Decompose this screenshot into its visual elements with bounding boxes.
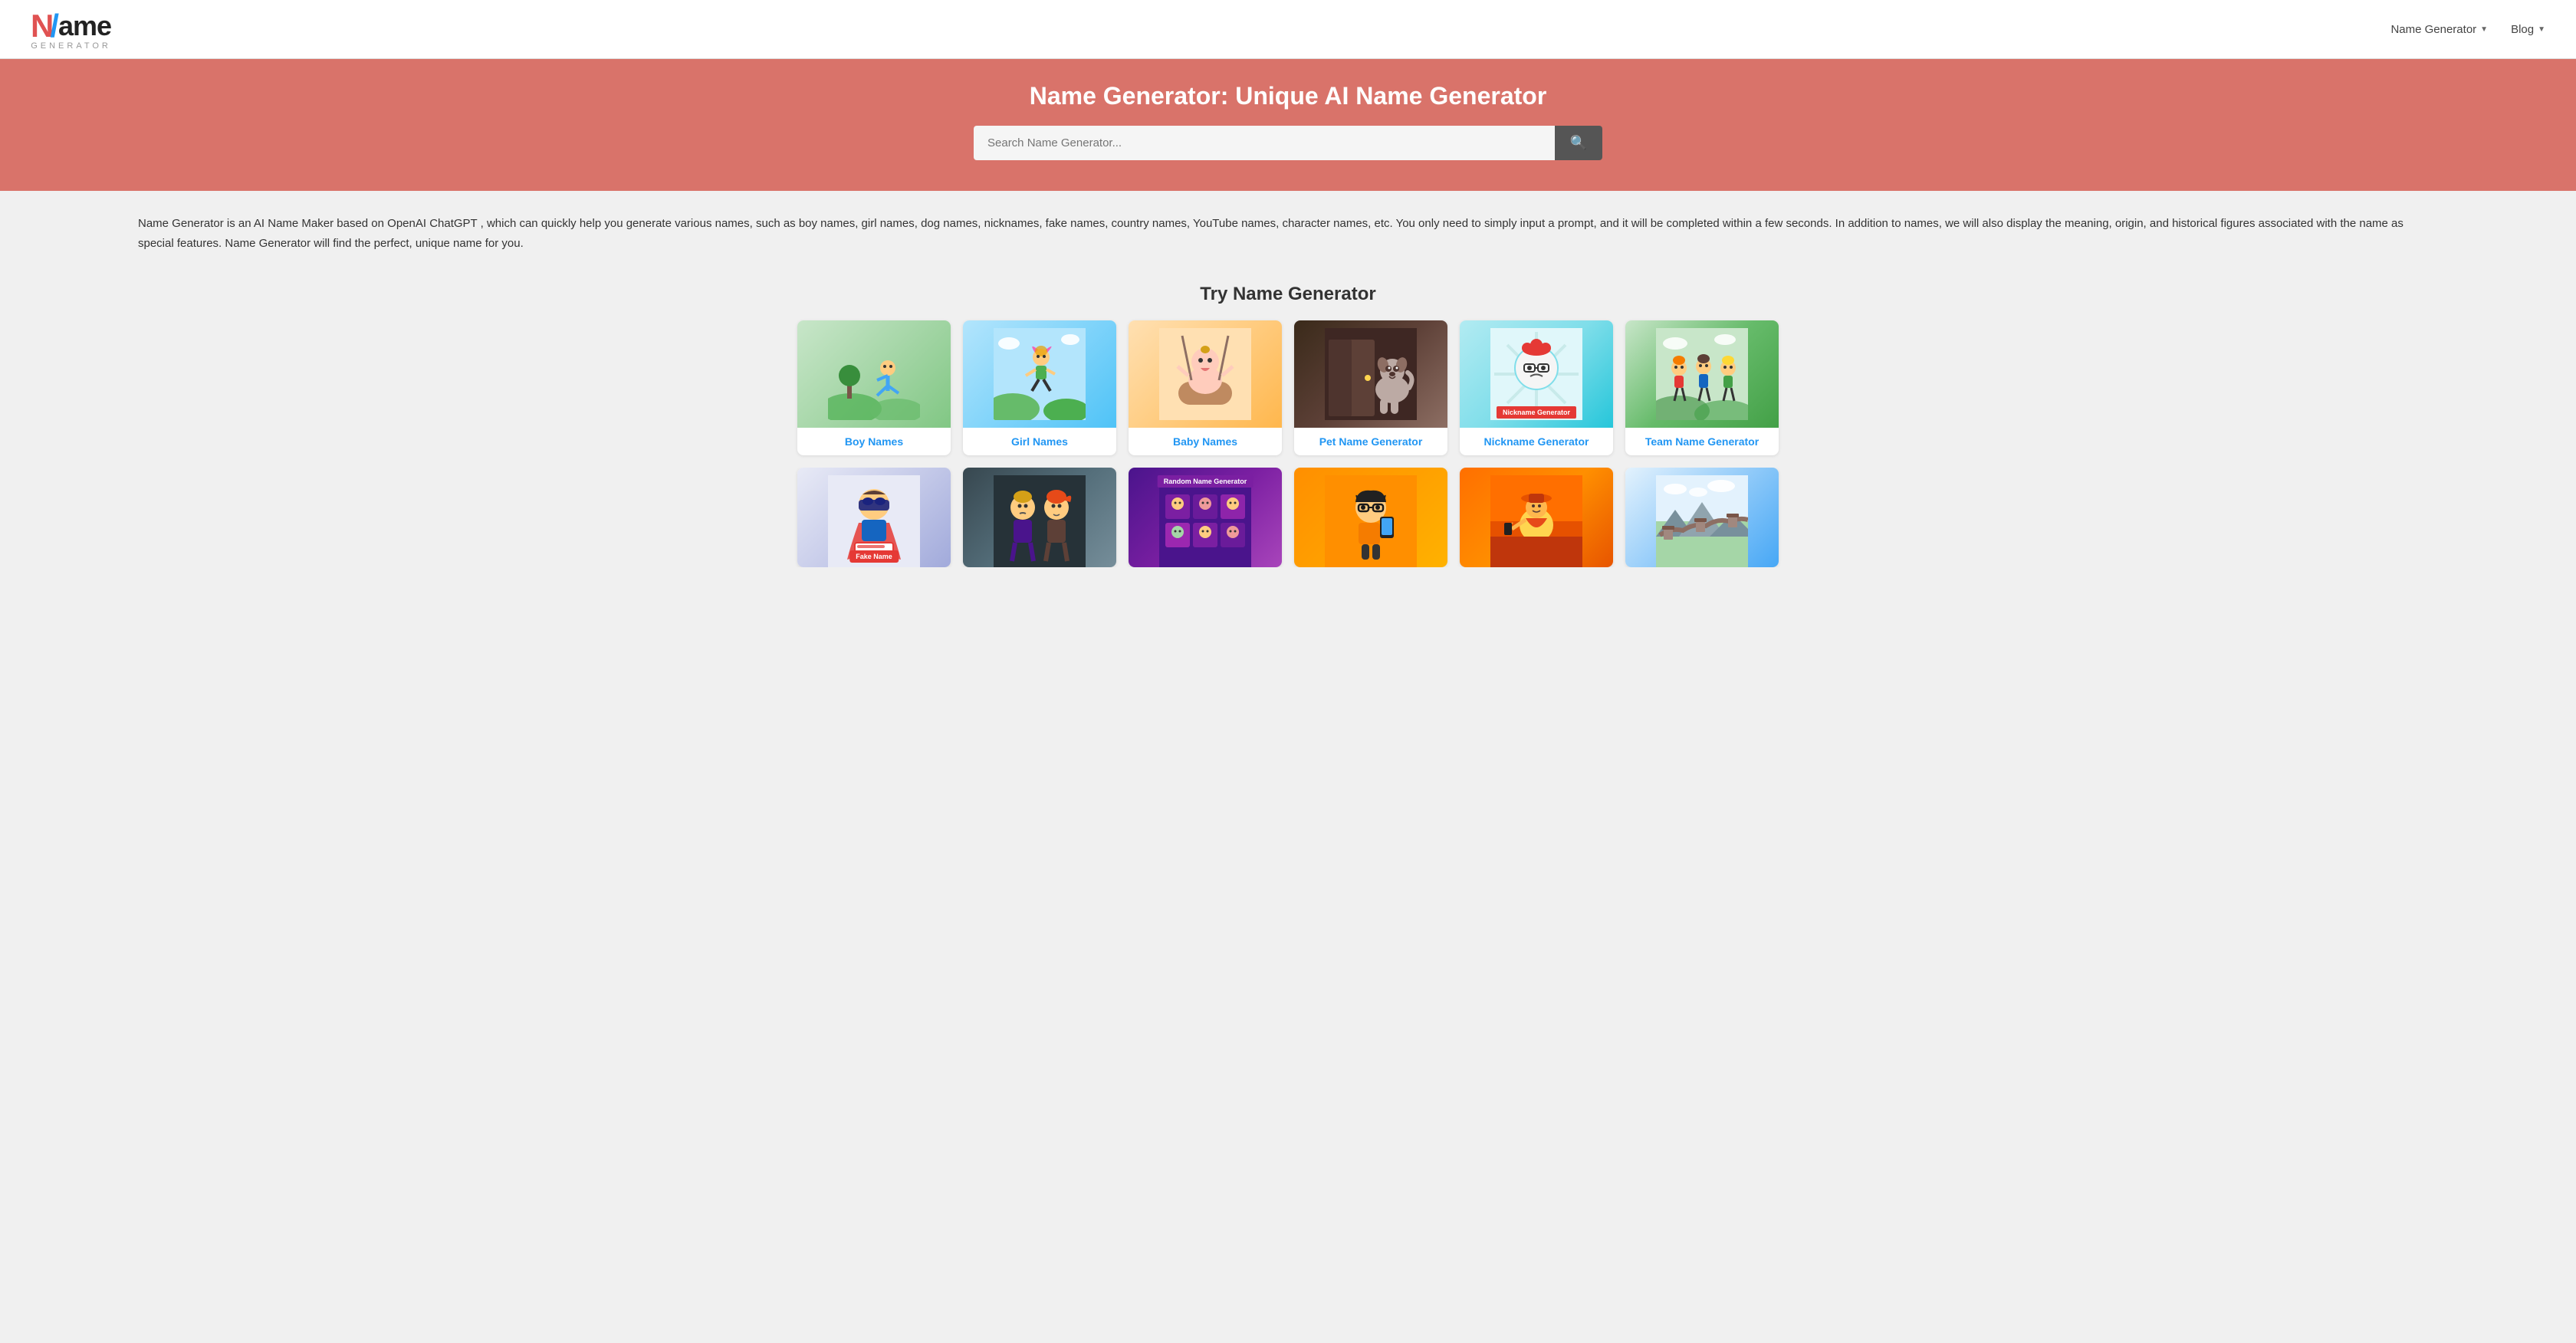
nav-blog[interactable]: Blog ▼ bbox=[2511, 23, 2545, 36]
try-title: Try Name Generator bbox=[61, 284, 2515, 305]
hero-title: Name Generator: Unique AI Name Generator bbox=[31, 82, 2545, 110]
fake-name-badge: Fake Name bbox=[849, 550, 899, 563]
card-nickname[interactable]: Nickname Generator Nickname Generator bbox=[1460, 320, 1613, 455]
try-section: Try Name Generator bbox=[0, 276, 2576, 603]
search-button[interactable]: 🔍 bbox=[1555, 126, 1602, 160]
card-girl-names[interactable]: Girl Names bbox=[963, 320, 1116, 455]
card-girl-names-image bbox=[963, 320, 1116, 428]
card-random-image: Random Name Generator bbox=[1129, 468, 1282, 567]
character-illustration bbox=[994, 475, 1086, 567]
chevron-down-icon: ▼ bbox=[2480, 25, 2488, 34]
random-badge: Random Name Generator bbox=[1158, 475, 1254, 488]
chinese-illustration bbox=[1656, 475, 1748, 567]
card-nickname-image: Nickname Generator bbox=[1460, 320, 1613, 428]
team-name-illustration bbox=[1656, 328, 1748, 420]
card-baby-names-image bbox=[1129, 320, 1282, 428]
search-input[interactable] bbox=[974, 126, 1555, 160]
logo-sub: GENERATOR bbox=[31, 41, 111, 51]
card-team-name[interactable]: Team Name Generator bbox=[1625, 320, 1779, 455]
nickname-badge: Nickname Generator bbox=[1497, 406, 1576, 419]
nav-name-generator[interactable]: Name Generator ▼ bbox=[2390, 23, 2488, 36]
nav-links: Name Generator ▼ Blog ▼ bbox=[2390, 23, 2545, 36]
card-random[interactable]: Random Name Generator Random Name Genera… bbox=[1129, 468, 1282, 567]
card-team-name-label: Team Name Generator bbox=[1625, 428, 1779, 455]
card-boy-names-label: Boy Names bbox=[797, 428, 951, 455]
pet-name-illustration bbox=[1325, 328, 1417, 420]
card-character[interactable]: Character Name Generator bbox=[963, 468, 1116, 567]
baby-names-illustration bbox=[1159, 328, 1251, 420]
cards-row-2: Fake Name Fake Name Generator bbox=[61, 468, 2515, 567]
card-baby-names[interactable]: Baby Names bbox=[1129, 320, 1282, 455]
card-fake-name-image: Fake Name bbox=[797, 468, 951, 567]
hero-banner: Name Generator: Unique AI Name Generator… bbox=[0, 59, 2576, 191]
description-section: Name Generator is an AI Name Maker based… bbox=[0, 191, 2576, 276]
card-character-image bbox=[963, 468, 1116, 567]
card-girl-names-label: Girl Names bbox=[963, 428, 1116, 455]
random-illustration bbox=[1159, 475, 1251, 567]
card-chinese[interactable]: Chinese Name Generator bbox=[1625, 468, 1779, 567]
card-pet-name-label: Pet Name Generator bbox=[1294, 428, 1447, 455]
nav-bar: N / ame GENERATOR Name Generator ▼ Blog … bbox=[0, 0, 2576, 59]
boy-names-illustration bbox=[828, 328, 920, 420]
logo-slash: / bbox=[50, 8, 58, 44]
description-text: Name Generator is an AI Name Maker based… bbox=[138, 214, 2438, 253]
chevron-down-icon: ▼ bbox=[2538, 25, 2545, 34]
search-bar: 🔍 bbox=[974, 126, 1602, 160]
card-youtube[interactable]: YouTube Name Generator bbox=[1294, 468, 1447, 567]
card-boy-names[interactable]: Boy Names bbox=[797, 320, 951, 455]
card-youtube-image bbox=[1294, 468, 1447, 567]
card-country-image bbox=[1460, 468, 1613, 567]
cards-row-1: Boy Names bbox=[61, 320, 2515, 455]
card-pet-name[interactable]: Pet Name Generator bbox=[1294, 320, 1447, 455]
logo[interactable]: N / ame GENERATOR bbox=[31, 8, 111, 51]
card-fake-name[interactable]: Fake Name Fake Name Generator bbox=[797, 468, 951, 567]
country-illustration bbox=[1490, 475, 1582, 567]
card-team-name-image bbox=[1625, 320, 1779, 428]
card-pet-name-image bbox=[1294, 320, 1447, 428]
nav-blog-label: Blog bbox=[2511, 23, 2534, 36]
card-boy-names-image bbox=[797, 320, 951, 428]
nav-name-generator-label: Name Generator bbox=[2390, 23, 2476, 36]
card-baby-names-label: Baby Names bbox=[1129, 428, 1282, 455]
girl-names-illustration bbox=[994, 328, 1086, 420]
youtube-illustration bbox=[1325, 475, 1417, 567]
card-nickname-label: Nickname Generator bbox=[1460, 428, 1613, 455]
card-chinese-image bbox=[1625, 468, 1779, 567]
card-country[interactable]: Country Name Generator bbox=[1460, 468, 1613, 567]
logo-name: ame bbox=[58, 10, 111, 42]
search-icon: 🔍 bbox=[1570, 135, 1587, 150]
